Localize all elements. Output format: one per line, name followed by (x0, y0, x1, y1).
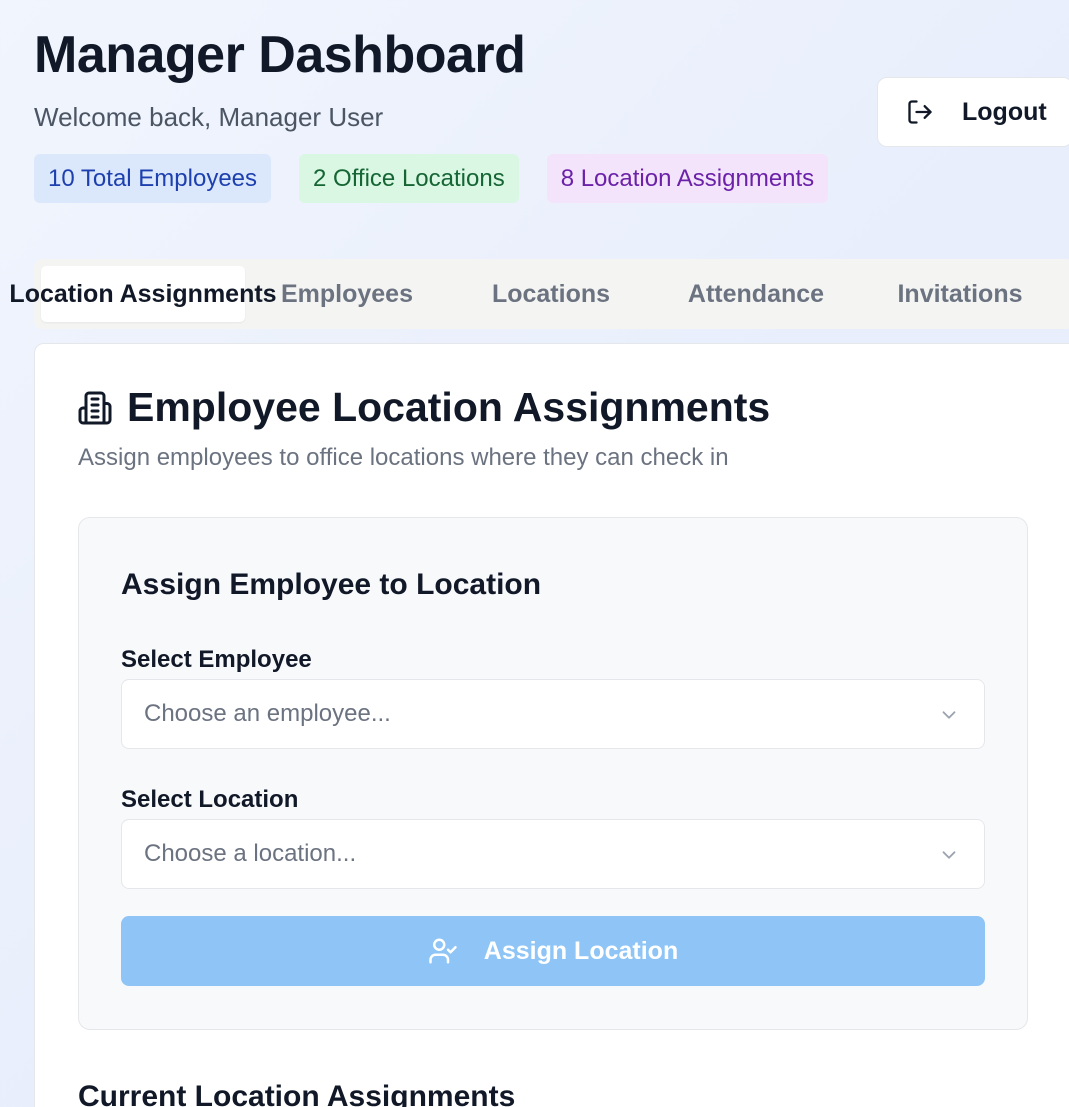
location-label: Select Location (121, 786, 299, 813)
location-assignments-badge: 8 Location Assignments (546, 154, 829, 203)
total-employees-badge: 10 Total Employees (34, 154, 272, 203)
tab-employees[interactable]: Employees (245, 266, 449, 322)
tab-locations[interactable]: Locations (449, 266, 653, 322)
card-title-text: Employee Location Assignments (127, 384, 771, 430)
chevron-down-icon (942, 711, 956, 719)
assign-location-label: Assign Location (483, 936, 679, 965)
logout-button[interactable]: Logout (877, 77, 1069, 147)
assignments-card: Employee Location Assignments Assign emp… (34, 343, 1069, 1107)
employee-select[interactable]: Choose an employee... (121, 679, 985, 749)
card-description: Assign employees to office locations whe… (78, 444, 729, 471)
tab-invitations[interactable]: Invitations (858, 266, 1062, 322)
employee-placeholder: Choose an employee... (144, 700, 391, 727)
office-locations-badge: 2 Office Locations (299, 154, 519, 203)
logout-label: Logout (962, 97, 1047, 126)
user-check-icon (429, 938, 457, 964)
location-select[interactable]: Choose a location... (121, 819, 985, 889)
tab-bar: Location Assignments Employees Locations… (9, 259, 1069, 329)
card-title: Employee Location Assignments (77, 384, 770, 431)
page-title: Manager Dashboard (34, 26, 526, 84)
welcome-text: Welcome back, Manager User (34, 102, 384, 132)
location-placeholder: Choose a location... (144, 840, 357, 867)
building-icon (78, 391, 112, 424)
page-header: Manager Dashboard Welcome back, Manager … (34, 24, 526, 132)
employee-label: Select Employee (121, 646, 312, 673)
tab-location-assignments[interactable]: Location Assignments (9, 266, 277, 322)
tab-attendance[interactable]: Attendance (654, 266, 858, 322)
stats-row: 10 Total Employees 2 Office Locations 8 … (34, 154, 829, 203)
current-assignments-heading: Current Location Assignments (78, 1080, 516, 1107)
form-title: Assign Employee to Location (121, 568, 542, 601)
chevron-down-icon (942, 851, 956, 859)
logout-icon (908, 100, 932, 124)
assign-form: Assign Employee to Location Select Emplo… (78, 517, 1028, 1030)
assign-location-button[interactable]: Assign Location (121, 916, 985, 986)
